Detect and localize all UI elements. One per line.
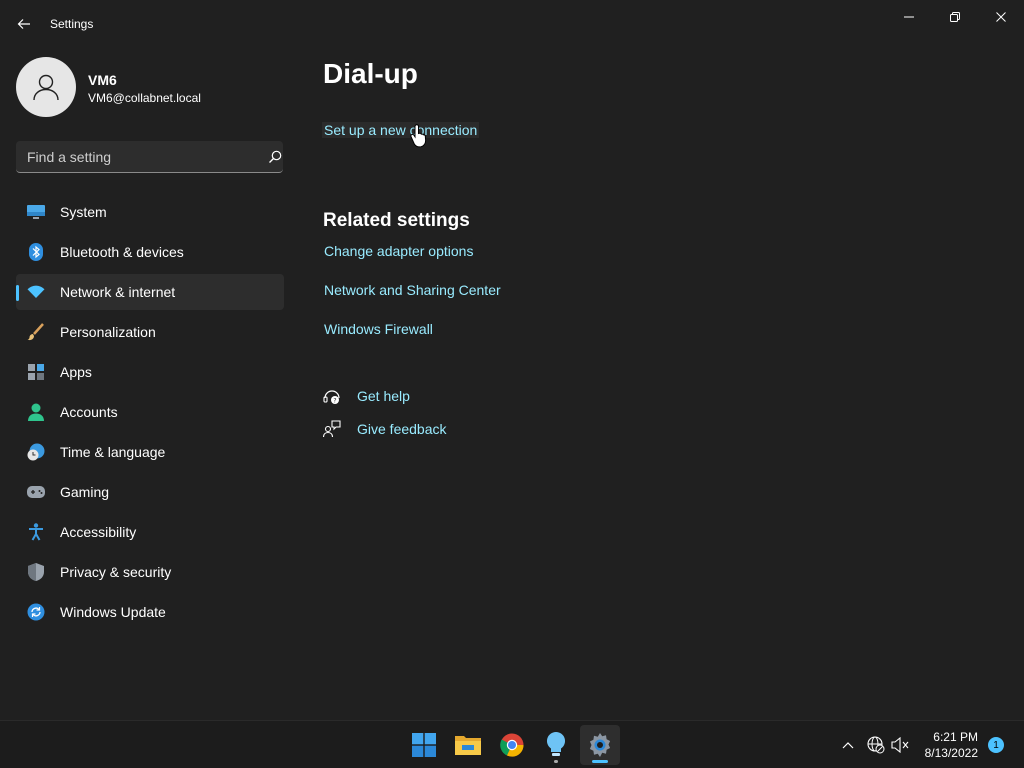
sidebar-item-label: Apps <box>60 364 92 380</box>
sidebar-item-privacy[interactable]: Privacy & security <box>16 554 284 590</box>
sidebar-item-personalization[interactable]: Personalization <box>16 314 284 350</box>
minimize-button[interactable] <box>886 4 932 30</box>
change-adapter-options-link[interactable]: Change adapter options <box>324 243 473 259</box>
page-title: Dial-up <box>323 58 418 89</box>
sidebar-item-label: Accounts <box>60 404 118 420</box>
sidebar-item-label: Windows Update <box>60 604 166 620</box>
sidebar-item-apps[interactable]: Apps <box>16 354 284 390</box>
running-indicator <box>554 760 558 763</box>
sidebar-item-bluetooth[interactable]: Bluetooth & devices <box>16 234 284 270</box>
sidebar-item-label: Time & language <box>60 444 166 460</box>
sidebar-item-gaming[interactable]: Gaming <box>16 474 284 510</box>
sidebar-item-accessibility[interactable]: Accessibility <box>16 514 284 550</box>
give-feedback-link[interactable]: Give feedback <box>322 418 447 440</box>
sidebar-item-accounts[interactable]: Accounts <box>16 394 284 430</box>
show-hidden-icons-button[interactable] <box>838 735 858 755</box>
sidebar-nav: System Bluetooth & devices Network & int… <box>16 194 284 634</box>
setup-new-connection-link[interactable]: Set up a new connection <box>322 122 480 138</box>
chrome-icon <box>500 733 524 757</box>
active-indicator <box>592 760 608 763</box>
clock-date: 8/13/2022 <box>924 746 978 760</box>
sidebar-item-time-language[interactable]: Time & language <box>16 434 284 470</box>
related-settings-title: Related settings <box>323 210 470 231</box>
avatar[interactable] <box>16 57 76 117</box>
start-icon <box>412 733 436 757</box>
globe-no-internet-icon <box>867 736 885 754</box>
user-name: VM6 <box>88 72 117 88</box>
app-title: Settings <box>50 17 94 31</box>
sidebar-item-label: System <box>60 204 107 220</box>
volume-muted-icon <box>891 737 909 753</box>
network-sharing-center-link[interactable]: Network and Sharing Center <box>324 282 501 298</box>
restore-button[interactable] <box>932 4 978 30</box>
sidebar-item-label: Network & internet <box>60 284 176 300</box>
feedback-icon <box>322 419 342 439</box>
accessibility-icon <box>27 523 45 541</box>
sidebar-item-windows-update[interactable]: Windows Update <box>16 594 284 630</box>
search-input[interactable] <box>16 141 251 172</box>
person-icon <box>27 403 45 421</box>
windows-firewall-link[interactable]: Windows Firewall <box>324 321 433 337</box>
sidebar-item-label: Personalization <box>60 324 156 340</box>
settings-button[interactable] <box>580 725 620 765</box>
sidebar-item-system[interactable]: System <box>16 194 284 230</box>
apps-icon <box>27 363 45 381</box>
brush-icon <box>27 323 45 341</box>
get-help-link[interactable]: ? Get help <box>322 385 410 407</box>
hand-cursor-icon <box>410 124 427 148</box>
chevron-up-icon <box>842 742 854 749</box>
search-icon[interactable] <box>267 149 283 165</box>
back-button[interactable] <box>10 10 38 38</box>
bluetooth-icon <box>27 243 45 261</box>
sidebar-item-label: Bluetooth & devices <box>60 244 184 260</box>
notification-badge[interactable]: 1 <box>988 737 1004 753</box>
close-icon <box>996 12 1006 22</box>
volume-tray-button[interactable] <box>890 735 910 755</box>
file-explorer-icon <box>455 736 481 755</box>
clock[interactable]: 6:21 PM 8/13/2022 <box>910 729 978 761</box>
settings-icon <box>589 733 611 757</box>
tips-icon <box>546 732 566 756</box>
title-bar: Settings <box>0 0 1024 48</box>
sidebar-item-label: Gaming <box>60 484 110 500</box>
sidebar-item-label: Privacy & security <box>60 564 172 580</box>
chrome-button[interactable] <box>492 725 532 765</box>
minimize-icon <box>904 16 914 18</box>
network-tray-button[interactable] <box>866 735 886 755</box>
person-icon <box>33 74 59 101</box>
gamepad-icon <box>27 483 45 501</box>
user-email: VM6@collabnet.local <box>88 91 201 105</box>
monitor-icon <box>27 203 45 221</box>
start-button[interactable] <box>404 725 444 765</box>
update-icon <box>27 603 45 621</box>
sidebar-item-label: Accessibility <box>60 524 137 540</box>
file-explorer-button[interactable] <box>448 725 488 765</box>
taskbar: 6:21 PM 8/13/2022 1 <box>0 720 1024 768</box>
svg-text:?: ? <box>333 398 336 405</box>
give-feedback-label: Give feedback <box>357 421 447 437</box>
sidebar-item-network[interactable]: Network & internet <box>16 274 284 310</box>
restore-icon <box>950 12 960 22</box>
wifi-icon <box>27 283 45 301</box>
shield-icon <box>27 563 45 581</box>
search-box <box>16 141 283 173</box>
get-help-label: Get help <box>357 388 410 404</box>
help-icon: ? <box>322 386 342 406</box>
back-arrow-icon <box>17 19 30 29</box>
clock-globe-icon <box>27 443 45 461</box>
tips-button[interactable] <box>536 725 576 765</box>
close-button[interactable] <box>978 4 1024 30</box>
clock-time: 6:21 PM <box>933 730 978 744</box>
